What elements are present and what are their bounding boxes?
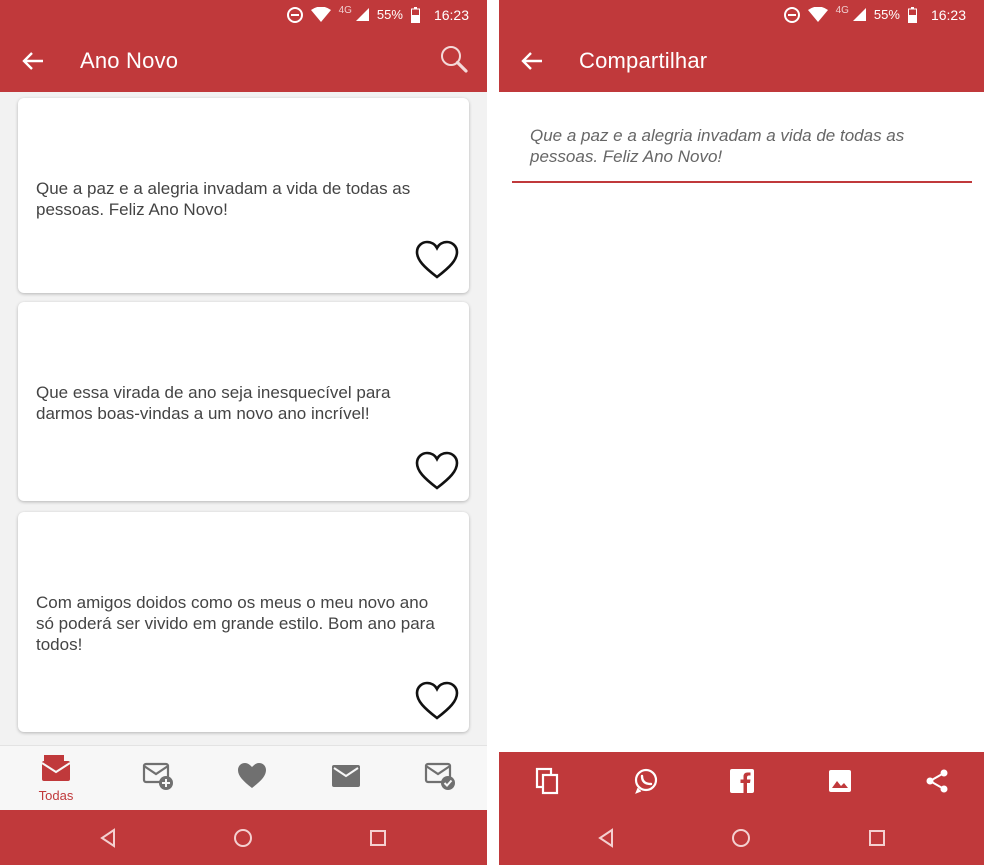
bottom-navigation: Todas [0,745,487,810]
share-icon[interactable] [923,767,951,795]
favorite-heart-icon[interactable] [414,239,460,281]
favorites-heart-icon [237,762,267,795]
left-screen: 4G 55% 16:23 Ano Novo Que a paz e a aleg… [0,0,487,865]
message-text: Que essa virada de ano seja inesquecível… [36,382,451,424]
page-title: Compartilhar [579,47,708,73]
search-icon[interactable] [439,44,469,74]
right-screen: 4G 55% 16:23 Compartilhar Que a paz e a … [499,0,984,865]
nav-messages[interactable] [311,746,381,811]
image-icon[interactable] [826,767,854,795]
battery-icon [410,6,420,23]
copy-icon[interactable] [534,767,562,795]
network-type: 4G [338,5,352,16]
system-back-icon[interactable] [596,827,618,849]
message-card[interactable]: Que a paz e a alegria invadam a vida de … [18,98,469,293]
facebook-icon[interactable] [728,767,756,795]
new-message-icon [142,761,174,796]
system-navigation-bar [499,810,984,865]
sent-messages-icon [424,761,456,796]
favorite-heart-icon[interactable] [414,680,460,722]
system-home-icon[interactable] [730,827,752,849]
message-line: darmos boas-vindas a um novo ano incríve… [36,404,370,423]
message-line: pessoas. Feliz Ano Novo! [530,147,723,166]
messages-list[interactable]: Que a paz e a alegria invadam a vida de … [0,92,487,745]
status-bar: 4G 55% 16:23 [499,0,984,29]
wifi-icon [310,7,331,22]
message-line: Que essa virada de ano seja inesquecível… [36,383,391,402]
system-home-icon[interactable] [232,827,254,849]
nav-all-messages-label: Todas [38,788,74,803]
battery-percent: 55% [376,7,403,22]
back-arrow-icon[interactable] [20,48,46,74]
message-card[interactable]: Que essa virada de ano seja inesquecível… [18,302,469,501]
message-line: Que a paz e a alegria invadam a vida de … [530,126,905,145]
message-line: pessoas. Feliz Ano Novo! [36,200,228,219]
messages-icon [331,764,361,793]
page-title: Ano Novo [80,47,179,73]
signal-icon [355,8,369,21]
system-recents-icon[interactable] [367,827,389,849]
signal-icon [852,8,866,21]
nav-new-message[interactable] [123,746,193,811]
message-line: Que a paz e a alegria invadam a vida de … [36,179,411,198]
nav-favorites[interactable] [217,746,287,811]
message-line: todos! [36,635,83,654]
clock: 16:23 [433,6,469,23]
status-bar: 4G 55% 16:23 [0,0,487,29]
wifi-icon [807,7,828,22]
system-navigation-bar [0,810,487,865]
message-card[interactable]: Com amigos doidos como os meus o meu nov… [18,512,469,732]
app-bar: Ano Novo [0,29,487,92]
all-messages-icon [41,754,71,787]
nav-all-messages[interactable]: Todas [21,746,91,811]
battery-icon [907,6,917,23]
favorite-heart-icon[interactable] [414,450,460,492]
message-text: Que a paz e a alegria invadam a vida de … [36,178,451,220]
share-actions-bar [499,752,984,810]
message-text: Com amigos doidos como os meus o meu nov… [36,592,451,655]
clock: 16:23 [930,6,966,23]
field-underline [512,181,972,183]
whatsapp-icon[interactable] [632,767,660,795]
system-recents-icon[interactable] [866,827,888,849]
do-not-disturb-icon [286,6,303,23]
battery-percent: 55% [873,7,900,22]
nav-sent-messages[interactable] [405,746,475,811]
share-message-field[interactable]: Que a paz e a alegria invadam a vida de … [530,125,944,167]
system-back-icon[interactable] [98,827,120,849]
do-not-disturb-icon [783,6,800,23]
message-line: Com amigos doidos como os meus o meu nov… [36,593,429,612]
back-arrow-icon[interactable] [519,48,545,74]
network-type: 4G [835,5,849,16]
message-line: só poderá ser vivido em grande estilo. B… [36,614,435,633]
app-bar: Compartilhar [499,29,984,92]
